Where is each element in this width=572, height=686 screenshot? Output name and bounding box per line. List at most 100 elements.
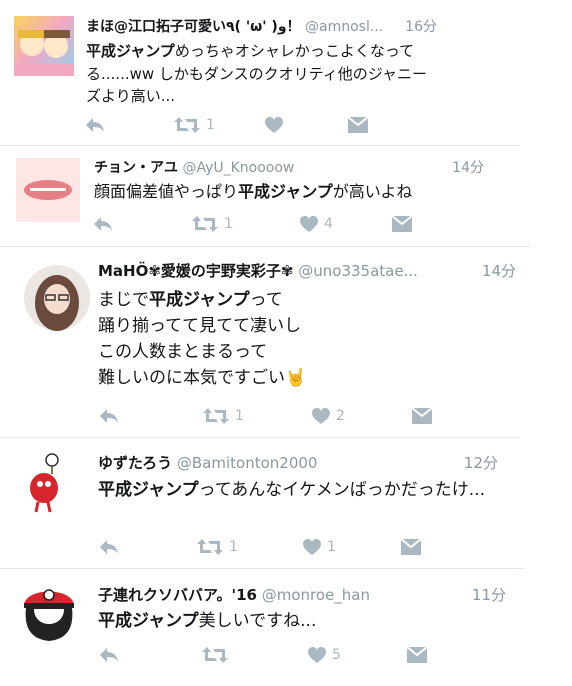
- dm-button[interactable]: [407, 643, 427, 667]
- avatar[interactable]: [24, 265, 90, 331]
- tweet-header: 子連れクソババア。'16 @monroe_han: [98, 584, 370, 605]
- reply-icon: [100, 648, 118, 662]
- tweet-line: まじで平成ジャンプって: [98, 287, 518, 313]
- timestamp[interactable]: 12分: [464, 452, 498, 473]
- tweet-actions: 1 4: [92, 212, 422, 236]
- reply-icon: [100, 409, 118, 423]
- reply-button[interactable]: [84, 113, 106, 137]
- like-button[interactable]: 5: [308, 643, 341, 667]
- retweet-icon: [197, 539, 223, 555]
- avatar-illustration: [24, 180, 72, 200]
- like-button[interactable]: 1: [303, 535, 336, 559]
- username[interactable]: @amnosl...: [305, 19, 383, 35]
- tweet-line: 難しいのに本気ですごい🤘: [98, 368, 307, 388]
- avatar[interactable]: [14, 16, 74, 76]
- reply-icon: [94, 217, 112, 231]
- username[interactable]: @Bamitonton2000: [177, 454, 318, 472]
- dm-icon: [348, 117, 368, 133]
- retweet-button[interactable]: 1: [192, 212, 233, 236]
- reply-button[interactable]: [98, 643, 120, 667]
- tweet-text: 平成ジャンプめっちゃオシャレかっこよくなってる......ww しかもダンスのク…: [86, 40, 438, 108]
- timestamp[interactable]: 11分: [472, 584, 506, 605]
- dm-button[interactable]: [412, 404, 432, 428]
- reply-button[interactable]: [98, 535, 120, 559]
- tweet-text: 顔面偏差値やっぱり平成ジャンプが高いよね: [94, 180, 494, 204]
- tweet-text-rest: ってあんなイケメンばっかだったけ...: [198, 480, 485, 500]
- tweet-1[interactable]: まほ@江口拓子可愛い٩( 'ω' )و！ @amnosl... 16分 平成ジャ…: [0, 0, 572, 145]
- like-icon: [300, 215, 318, 232]
- reply-button[interactable]: [92, 212, 114, 236]
- tweet-text: 平成ジャンプってあんなイケメンばっかだったけ...: [98, 478, 508, 502]
- display-name[interactable]: ゆずたろう: [98, 454, 172, 472]
- dm-button[interactable]: [401, 535, 421, 559]
- username[interactable]: @uno335atae...: [298, 262, 418, 280]
- highlight-keyword[interactable]: 平成ジャンプ: [86, 42, 175, 60]
- like-button[interactable]: [265, 113, 289, 137]
- avatar-illustration: [14, 30, 74, 76]
- highlight-keyword[interactable]: 平成ジャンプ: [149, 290, 250, 310]
- like-count: 5: [332, 647, 341, 663]
- tweet-text-pre: まじで: [98, 290, 149, 310]
- like-icon: [265, 116, 283, 133]
- retweet-button[interactable]: 1: [174, 113, 215, 137]
- retweet-button[interactable]: 1: [203, 404, 244, 428]
- timestamp[interactable]: 14分: [452, 157, 484, 177]
- retweet-icon: [202, 647, 228, 663]
- dm-icon: [412, 408, 432, 424]
- highlight-keyword[interactable]: 平成ジャンプ: [238, 182, 333, 201]
- highlight-keyword[interactable]: 平成ジャンプ: [98, 611, 199, 631]
- tweet-4[interactable]: ゆずたろう @Bamitonton2000 12分 平成ジャンプってあんなイケメ…: [0, 438, 572, 568]
- like-count: 4: [324, 216, 333, 232]
- avatar-illustration: [30, 453, 59, 513]
- like-count: 1: [327, 539, 336, 555]
- display-name[interactable]: チョン・アユ: [94, 160, 178, 176]
- dm-icon: [401, 539, 421, 555]
- reply-button[interactable]: [98, 404, 120, 428]
- tweet-actions: 1: [84, 113, 384, 137]
- retweet-count: 1: [229, 539, 238, 555]
- timestamp[interactable]: 16分: [405, 16, 437, 36]
- dm-button[interactable]: [392, 212, 412, 236]
- retweet-count: 1: [224, 216, 233, 232]
- like-button[interactable]: 2: [312, 404, 345, 428]
- tweet-5[interactable]: 子連れクソババア。'16 @monroe_han 11分 平成ジャンプ美しいです…: [0, 569, 572, 686]
- display-name[interactable]: 子連れクソババア。'16: [98, 586, 257, 604]
- avatar[interactable]: [18, 450, 80, 516]
- tweet-text-rest: 美しいですね...: [198, 611, 317, 631]
- username[interactable]: @monroe_han: [262, 586, 370, 604]
- reply-icon: [86, 118, 104, 132]
- tweet-line: 踊り揃ってて見てて凄いし: [98, 316, 302, 336]
- tweet-line: この人数まとまるって: [98, 342, 268, 362]
- tweet-text-post: って: [249, 290, 283, 310]
- avatar[interactable]: [16, 158, 80, 222]
- dm-icon: [407, 647, 427, 663]
- username[interactable]: @AyU_Knoooow: [182, 160, 294, 176]
- tweet-text-pre: 顔面偏差値やっぱり: [94, 182, 239, 201]
- retweet-count: 1: [235, 408, 244, 424]
- like-count: 2: [336, 408, 345, 424]
- tweet-text: 平成ジャンプ美しいですね...: [98, 609, 508, 633]
- tweet-2[interactable]: チョン・アユ @AyU_Knoooow 14分 顔面偏差値やっぱり平成ジャンプが…: [0, 146, 572, 246]
- like-button[interactable]: 4: [300, 212, 333, 236]
- like-icon: [303, 538, 321, 555]
- timestamp[interactable]: 14分: [482, 260, 516, 281]
- tweet-header: まほ@江口拓子可愛い٩( 'ω' )و！ @amnosl...: [86, 16, 383, 36]
- tweet-text-rest: が高いよね: [332, 182, 413, 201]
- avatar-illustration: [24, 589, 74, 641]
- dm-button[interactable]: [348, 113, 368, 137]
- display-name[interactable]: MaHÖ✾愛媛の宇野実彩子✾: [98, 262, 294, 280]
- highlight-keyword[interactable]: 平成ジャンプ: [98, 480, 199, 500]
- retweet-button[interactable]: 1: [197, 535, 238, 559]
- avatar[interactable]: [16, 579, 82, 645]
- retweet-icon: [174, 117, 200, 133]
- tweet-3[interactable]: MaHÖ✾愛媛の宇野実彩子✾ @uno335atae... 14分 まじで平成ジ…: [0, 247, 572, 437]
- display-name[interactable]: まほ@江口拓子可愛い٩( 'ω' )و！: [86, 19, 301, 35]
- tweet-actions: 1 2: [98, 404, 438, 428]
- like-icon: [312, 407, 330, 424]
- tweet-actions: 1 1: [98, 535, 428, 559]
- tweet-header: ゆずたろう @Bamitonton2000: [98, 452, 317, 473]
- retweet-icon: [192, 216, 218, 232]
- retweet-icon: [203, 408, 229, 424]
- retweet-button[interactable]: [202, 643, 234, 667]
- dm-icon: [392, 216, 412, 232]
